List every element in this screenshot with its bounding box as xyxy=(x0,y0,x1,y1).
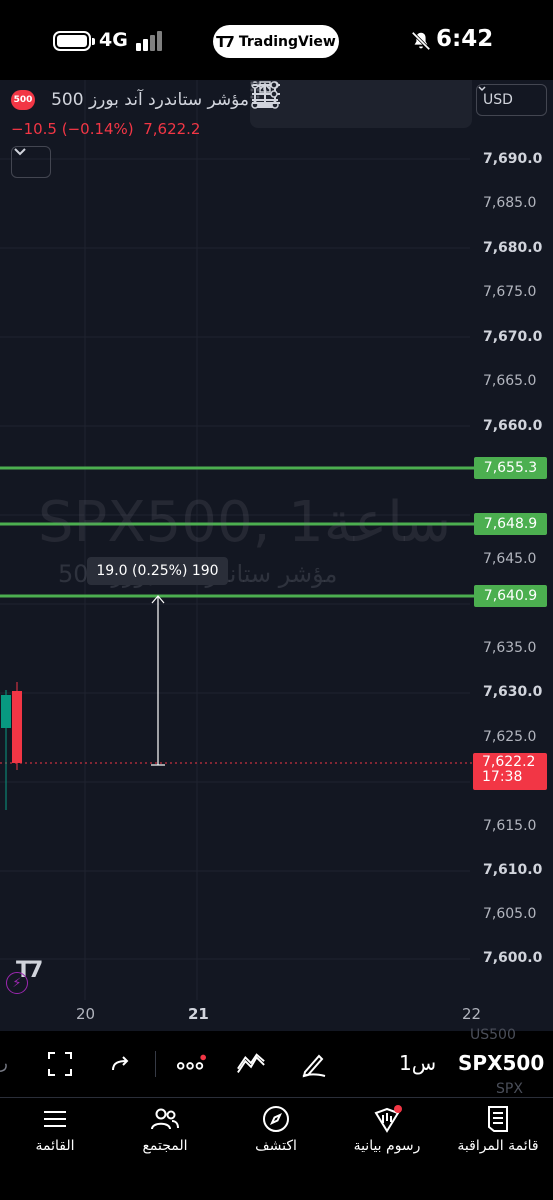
clock: 6:42 xyxy=(436,26,494,52)
community-icon xyxy=(150,1104,180,1134)
nav-item-menu[interactable]: القائمة xyxy=(0,1104,110,1154)
price-tick: 7,670.0 xyxy=(483,329,543,345)
menu-icon xyxy=(40,1104,70,1134)
symbol-logo-icon: 500 xyxy=(11,90,35,110)
settings-lines-icon[interactable] xyxy=(252,81,432,122)
currency-label: USD xyxy=(483,92,513,108)
bottom-navigation: القائمة المجتمع اكتشف رسوم بيانية قائمة … xyxy=(0,1097,553,1200)
drawing-toolbar: L xyxy=(250,80,472,128)
ghost-ticker: US500 xyxy=(470,1027,516,1043)
indicators-icon[interactable] xyxy=(236,1049,266,1079)
chart-watermark-ticker: SPX500, 1ساعة xyxy=(38,490,452,555)
time-tick: 20 xyxy=(76,1005,96,1023)
nav-label: رسوم بيانية xyxy=(353,1138,421,1154)
price-tick: 7,660.0 xyxy=(483,418,543,434)
measure-label: 19.0 (0.25%) 190 xyxy=(87,557,228,585)
edge-text: ر xyxy=(0,1053,8,1072)
last-price-tag: 7,622.2 17:38 xyxy=(473,753,547,790)
symbol-search-button[interactable]: SPX500 xyxy=(458,1051,544,1075)
change-value: −10.5 (−0.14%) xyxy=(11,120,134,138)
measure-arrow[interactable] xyxy=(151,595,165,766)
time-tick: 21 xyxy=(188,1005,209,1023)
bell-off-icon xyxy=(411,31,431,51)
price-tick: 7,605.0 xyxy=(483,906,537,922)
price-tick: 7,625.0 xyxy=(483,729,537,745)
price-tick: 7,635.0 xyxy=(483,640,537,656)
price-tick: 7,665.0 xyxy=(483,373,537,389)
currency-select[interactable]: USD xyxy=(476,84,547,116)
price-tick: 7,680.0 xyxy=(483,240,543,256)
bar-countdown: 17:38 xyxy=(482,769,523,785)
nav-item-explore[interactable]: اكتشف xyxy=(221,1104,331,1154)
level-tag[interactable]: 7,655.3 xyxy=(474,457,547,479)
nav-item-watchlist[interactable]: قائمة المراقبة xyxy=(443,1104,553,1154)
interval-button[interactable]: 1س xyxy=(399,1051,436,1075)
nav-label: اكتشف xyxy=(255,1138,297,1154)
tradingview-logo-icon: T7 xyxy=(216,32,235,51)
watchlist-icon xyxy=(483,1104,513,1134)
candle-down xyxy=(12,691,22,763)
chart-area[interactable]: SPX500, 1ساعة مؤشر ستاندرد آند بورز 500 … xyxy=(0,80,553,1031)
last-price-value: 7,622.2 xyxy=(143,120,201,138)
drawing-pen-icon[interactable] xyxy=(298,1049,328,1079)
app-pill-label: TradingView xyxy=(238,33,336,50)
notification-dot xyxy=(394,1105,402,1113)
signal-icon xyxy=(136,31,162,51)
fullscreen-icon[interactable] xyxy=(45,1049,75,1079)
status-bar: 4G T7 TradingView 6:42 xyxy=(0,0,553,80)
chart-bottom-toolbar: US500 ر 1س SPX500 SPX xyxy=(0,1027,553,1097)
share-arrow-icon[interactable] xyxy=(106,1049,136,1079)
compass-icon xyxy=(261,1104,291,1134)
chevron-down-icon xyxy=(478,86,486,92)
chart-canvas[interactable] xyxy=(0,80,553,1031)
level-tag[interactable]: 7,648.9 xyxy=(474,513,547,535)
symbol-title[interactable]: مؤشر ستاندرد آند بورز 500 xyxy=(51,90,249,110)
drag-handle-icon[interactable] xyxy=(250,80,260,100)
price-tick: 7,690.0 xyxy=(483,151,543,167)
rectangle-tool-icon[interactable] xyxy=(251,81,340,122)
nav-label: القائمة xyxy=(35,1138,75,1154)
level-tag[interactable]: 7,640.9 xyxy=(474,585,547,607)
time-tick: 22 xyxy=(462,1005,482,1023)
measure-tool-icon[interactable] xyxy=(257,82,386,122)
candle-up xyxy=(1,695,11,728)
price-tick: 7,645.0 xyxy=(483,551,537,567)
ghost-ticker: SPX xyxy=(496,1081,523,1097)
app-pill[interactable]: T7 TradingView xyxy=(213,25,339,58)
nav-item-charts[interactable]: رسوم بيانية xyxy=(332,1104,442,1154)
network-label: 4G xyxy=(99,29,128,51)
nav-item-community[interactable]: المجتمع xyxy=(110,1104,220,1154)
nav-label: المجتمع xyxy=(142,1138,188,1154)
price-tick: 7,675.0 xyxy=(483,284,537,300)
price-tick: 7,600.0 xyxy=(483,950,543,966)
price-tick: 7,610.0 xyxy=(483,862,543,878)
legend-expand-button[interactable] xyxy=(11,146,51,178)
price-tick: 7,630.0 xyxy=(483,684,543,700)
lightning-icon[interactable]: ⚡ xyxy=(6,972,28,994)
toolbar-divider xyxy=(155,1051,156,1077)
chevron-down-icon xyxy=(14,148,26,156)
more-dots-icon[interactable] xyxy=(176,1049,206,1079)
price-tick: 7,685.0 xyxy=(483,195,537,211)
price-tick: 7,615.0 xyxy=(483,818,537,834)
battery-icon xyxy=(53,31,95,51)
price-change: −10.5 (−0.14%) 7,622.2 xyxy=(11,120,200,138)
last-price-tag-value: 7,622.2 xyxy=(482,754,536,770)
nav-label: قائمة المراقبة xyxy=(457,1138,539,1154)
candles xyxy=(1,682,22,810)
charts-icon xyxy=(372,1104,402,1134)
